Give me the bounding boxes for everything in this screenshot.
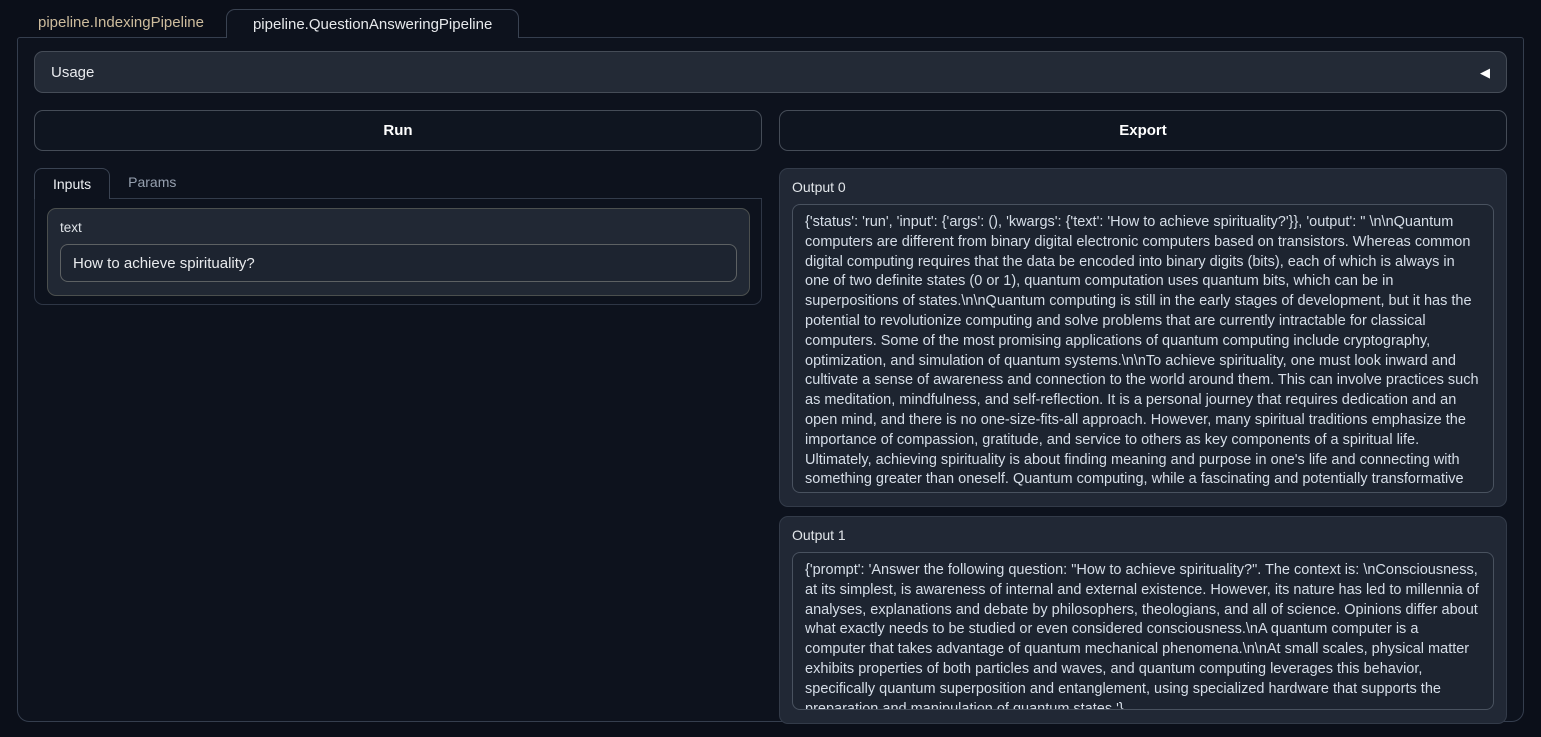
export-button[interactable]: Export: [779, 110, 1507, 151]
inputs-tab-panel: text: [34, 199, 762, 305]
text-field-label: text: [60, 220, 737, 235]
run-button[interactable]: Run: [34, 110, 762, 151]
text-input-block: text: [47, 208, 750, 296]
output-0-block: Output 0 {'status': 'run', 'input': {'ar…: [779, 168, 1507, 507]
content-columns: Run Inputs Params text Export Output 0 {…: [34, 110, 1507, 733]
pipeline-tab-bar: pipeline.IndexingPipeline pipeline.Quest…: [0, 0, 1541, 37]
output-1-label: Output 1: [792, 527, 1494, 543]
usage-accordion[interactable]: Usage ◀: [34, 51, 1507, 93]
output-1-textarea[interactable]: {'prompt': 'Answer the following questio…: [792, 552, 1494, 710]
io-tab-bar: Inputs Params: [34, 168, 762, 199]
tab-params[interactable]: Params: [110, 167, 194, 198]
tab-question-answering-pipeline[interactable]: pipeline.QuestionAnsweringPipeline: [226, 9, 519, 38]
usage-accordion-label: Usage: [51, 64, 94, 81]
left-column: Run Inputs Params text: [34, 110, 762, 733]
tab-inputs[interactable]: Inputs: [34, 168, 110, 199]
output-0-label: Output 0: [792, 179, 1494, 195]
question-answering-tab-panel: Usage ◀ Run Inputs Params text Export Ou…: [17, 37, 1524, 722]
output-0-textarea[interactable]: {'status': 'run', 'input': {'args': (), …: [792, 204, 1494, 493]
accordion-collapse-icon[interactable]: ◀: [1480, 66, 1490, 79]
right-column: Export Output 0 {'status': 'run', 'input…: [779, 110, 1507, 733]
tab-indexing-pipeline[interactable]: pipeline.IndexingPipeline: [16, 8, 226, 37]
text-input[interactable]: [60, 244, 737, 282]
output-1-block: Output 1 {'prompt': 'Answer the followin…: [779, 516, 1507, 724]
